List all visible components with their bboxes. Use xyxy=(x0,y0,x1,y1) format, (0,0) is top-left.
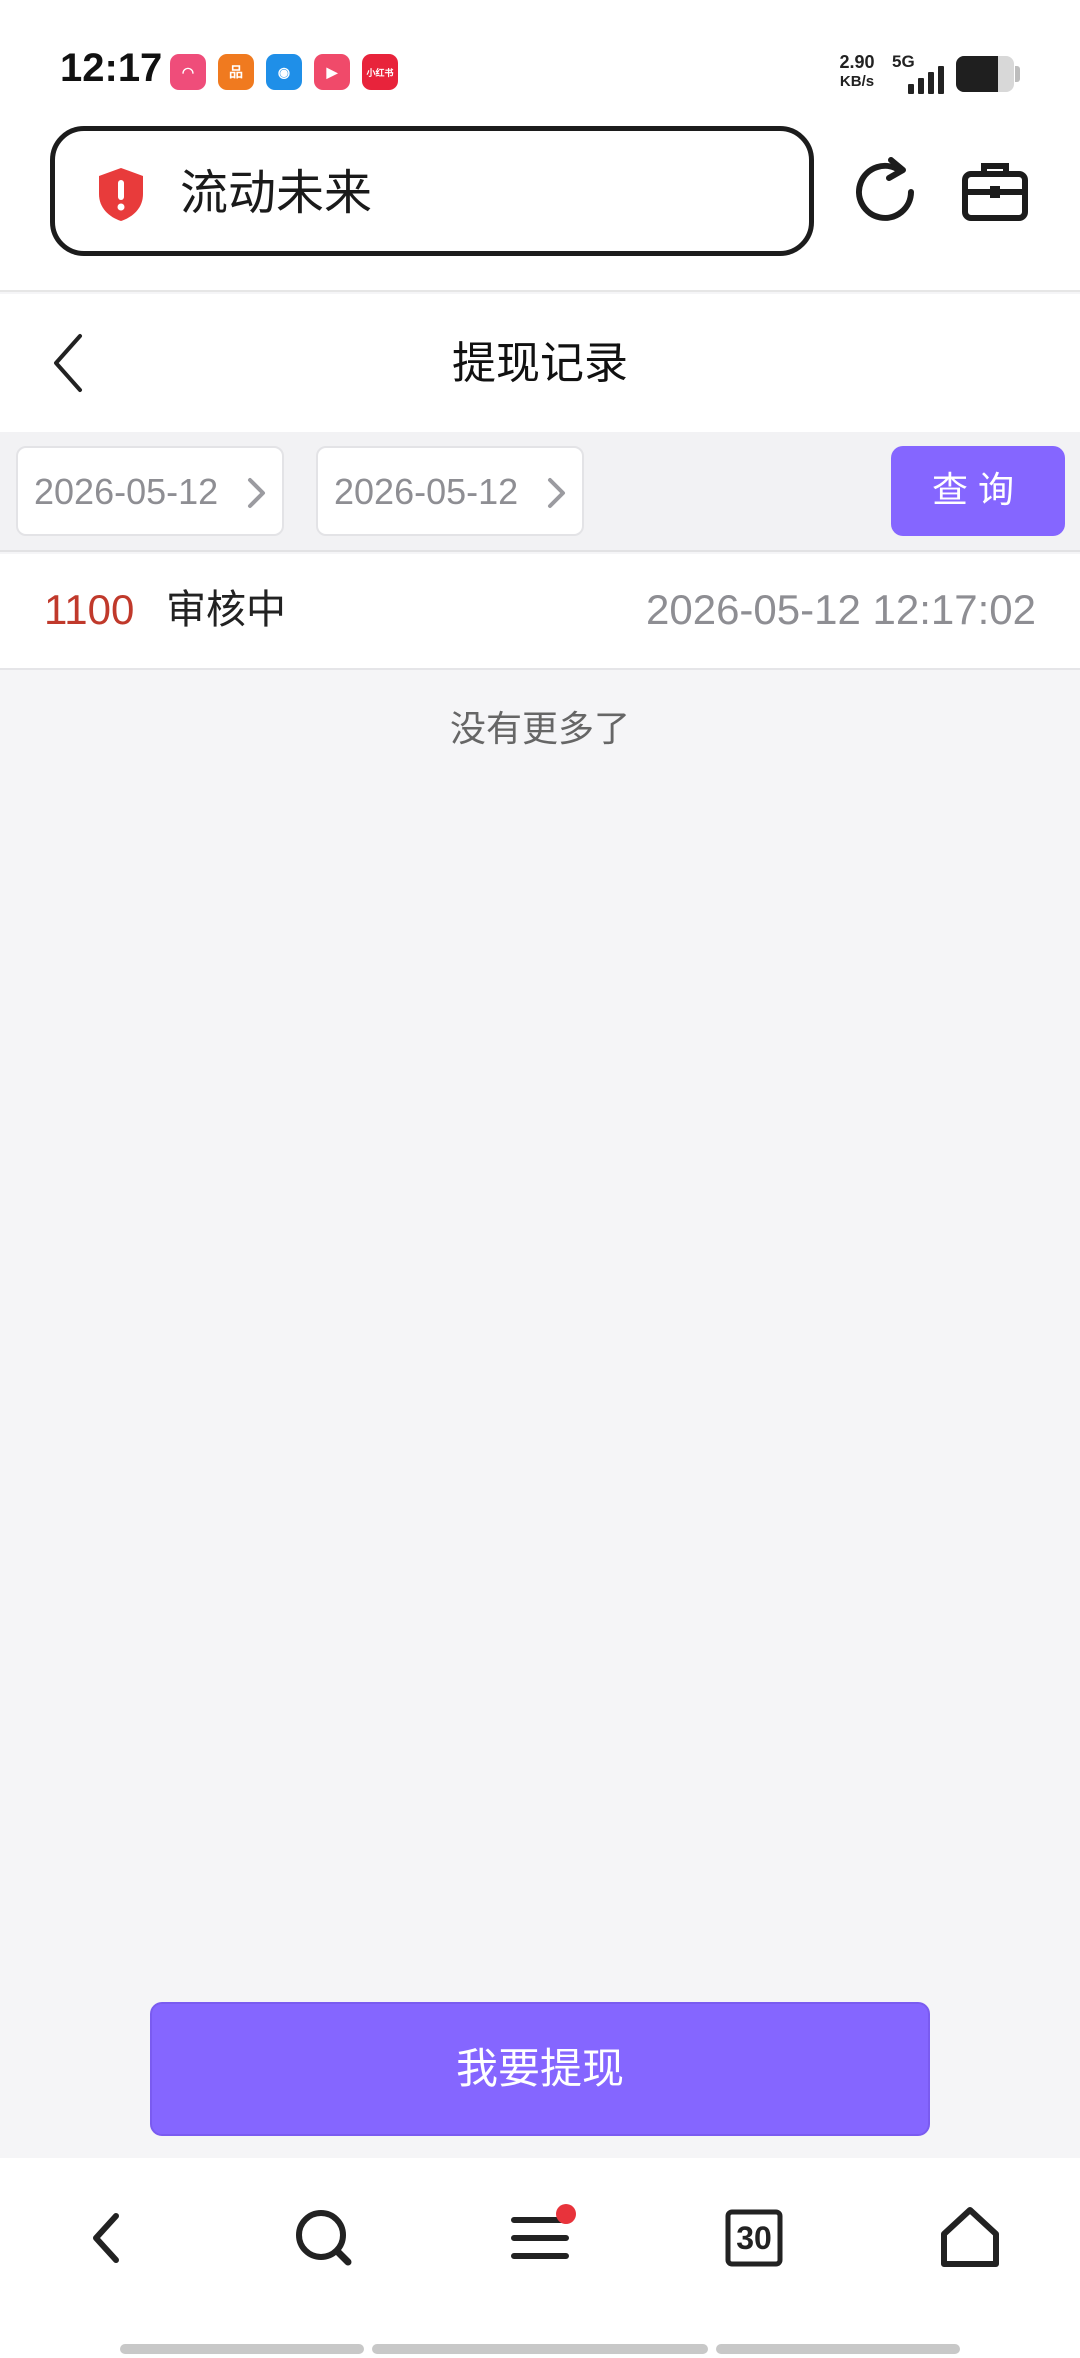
list-end-text: 没有更多了 xyxy=(449,709,630,750)
start-date-text: 2026-05-12 xyxy=(34,471,219,512)
query-button[interactable]: 查询 xyxy=(891,446,1065,536)
back-icon xyxy=(93,2213,119,2263)
page-header: 提现记录 xyxy=(0,294,1080,432)
status-time: 12:17 xyxy=(60,46,163,90)
nav-menu-button[interactable] xyxy=(500,2198,580,2278)
signal-icon xyxy=(908,60,944,94)
gesture-bar xyxy=(716,2344,960,2354)
app-notification-icon: ▶ xyxy=(314,54,350,90)
bottom-nav-bar: 30 xyxy=(0,2158,1080,2358)
record-time: 2026-05-12 12:17:02 xyxy=(646,586,1036,633)
address-text: 流动未来 xyxy=(180,165,373,221)
network-speed: 2.90 KB/s xyxy=(832,52,882,92)
end-date-text: 2026-05-12 xyxy=(334,471,519,512)
app-notification-icon: ◠ xyxy=(170,54,206,90)
nav-back-button[interactable] xyxy=(66,2198,146,2278)
battery-icon xyxy=(956,56,1014,92)
nav-search-button[interactable] xyxy=(284,2198,364,2278)
gesture-bar xyxy=(120,2344,364,2354)
withdraw-button[interactable]: 我要提现 xyxy=(150,2002,930,2136)
home-icon xyxy=(941,2207,999,2267)
status-bar: 12:17 ◠ 品 ◉ ▶ 小红书 2.90 KB/s 5G xyxy=(0,0,1080,126)
refresh-icon[interactable] xyxy=(855,156,919,226)
date-filter-bar: 2026-05-12 2026-05-12 查询 xyxy=(0,432,1080,552)
record-amount: 1100 xyxy=(44,586,135,633)
app-notification-icon: 品 xyxy=(218,54,254,90)
app-notification-icon: 小红书 xyxy=(362,54,398,90)
chevron-right-icon xyxy=(248,478,265,508)
record-status: 审核中 xyxy=(166,587,286,633)
notification-icons: ◠ 品 ◉ ▶ 小红书 xyxy=(170,54,398,90)
chevron-right-icon xyxy=(548,478,565,508)
shield-alert-icon xyxy=(99,168,143,221)
nav-home-button[interactable] xyxy=(930,2198,1010,2278)
tabs-count: 30 xyxy=(736,2220,772,2256)
network-speed-value: 2.90 xyxy=(839,52,875,72)
browser-toolbar: 流动未来 xyxy=(0,126,1080,292)
page-title: 提现记录 xyxy=(452,338,628,389)
start-date-picker[interactable]: 2026-05-12 xyxy=(16,446,284,536)
network-speed-unit: KB/s xyxy=(839,73,875,90)
end-date-picker[interactable]: 2026-05-12 xyxy=(316,446,584,536)
menu-icon xyxy=(511,2204,576,2259)
record-row[interactable]: 1100 审核中 2026-05-12 12:17:02 xyxy=(0,554,1080,670)
app-notification-icon: ◉ xyxy=(266,54,302,90)
nav-tabs-button[interactable]: 30 xyxy=(714,2198,794,2278)
search-icon xyxy=(296,2210,352,2266)
battery-cap xyxy=(1015,66,1020,82)
gesture-bar xyxy=(372,2344,708,2354)
address-bar[interactable]: 流动未来 xyxy=(50,126,814,256)
toolbox-icon[interactable] xyxy=(960,158,1030,224)
